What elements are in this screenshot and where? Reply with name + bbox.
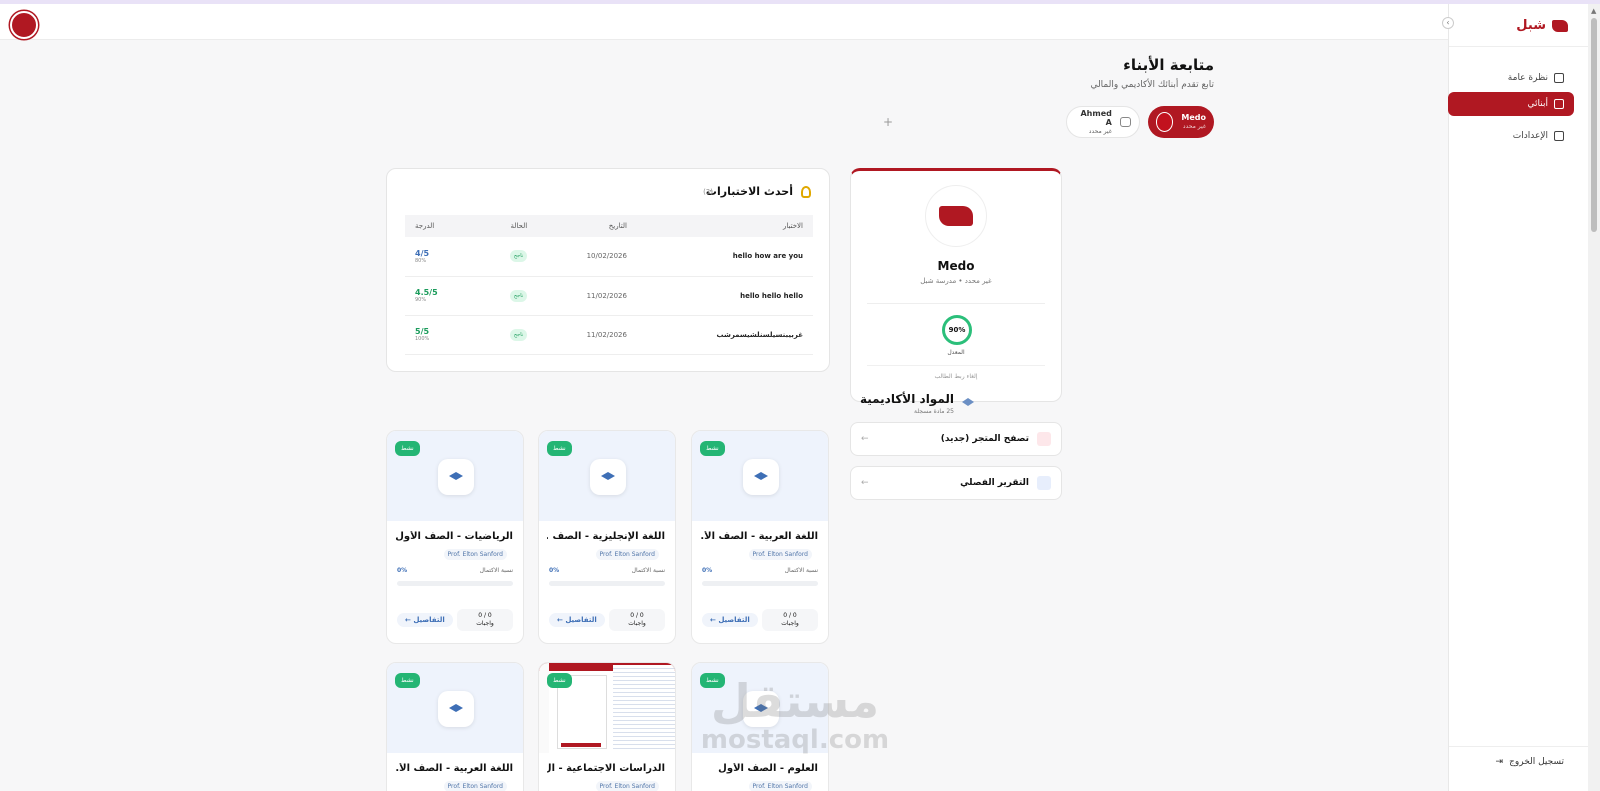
grid-icon bbox=[1554, 73, 1564, 83]
sidebar-item-overview[interactable]: نظرة عامة bbox=[1448, 66, 1574, 90]
table-row[interactable]: غربيبنسيلسنلشيسمرشب 11/02/2026 ناجح 5/5 1… bbox=[405, 315, 813, 355]
column-header: الدرجة bbox=[405, 215, 476, 237]
student-name: Medo bbox=[937, 259, 975, 273]
teacher-name: Prof. Elton Sanford bbox=[748, 781, 812, 791]
scrollbar[interactable]: ▲ bbox=[1588, 4, 1600, 791]
subjects-title: المواد الأكاديمية bbox=[859, 392, 954, 406]
details-button[interactable]: ← التفاصيل bbox=[702, 613, 758, 627]
top-header bbox=[0, 4, 1448, 40]
subjects-count: 25 مادة مسجلة bbox=[914, 408, 954, 415]
school-logo bbox=[925, 185, 987, 247]
document-icon bbox=[1037, 476, 1051, 490]
page-title: متابعة الأبناء bbox=[1123, 56, 1214, 74]
exams-title: أحدث الاختبارات bbox=[705, 185, 793, 198]
users-icon bbox=[1554, 99, 1564, 109]
teacher-name: Prof. Elton Sanford bbox=[443, 781, 507, 791]
homework-count: 0 / 0 واجبات bbox=[609, 609, 665, 631]
subject-card[interactable]: نشط اللغة العربية - الصف الأ... Prof. El… bbox=[691, 430, 829, 644]
child-chip-medo[interactable]: Medo غير محدد bbox=[1148, 106, 1214, 138]
subject-title: اللغة العربية - الصف الأ... bbox=[395, 763, 513, 774]
table-row[interactable]: hello how are you 10/02/2026 ناجح 4/5 80% bbox=[405, 237, 813, 277]
details-button[interactable]: ← التفاصيل bbox=[397, 613, 453, 627]
browse-store-button[interactable]: تصفح المتجر (جديد) ← bbox=[850, 422, 1062, 456]
scrollbar-thumb[interactable] bbox=[1591, 18, 1597, 232]
status-badge: ناجح bbox=[509, 328, 528, 341]
subject-title: الدراسات الاجتماعية - ال... bbox=[547, 763, 665, 774]
teacher-name: Prof. Elton Sanford bbox=[443, 549, 507, 560]
subject-title: اللغة العربية - الصف الأ... bbox=[700, 531, 818, 542]
subject-card[interactable]: نشط الرياضيات - الصف الأول Prof. Elton S… bbox=[386, 430, 524, 644]
average-ring: 90% bbox=[942, 315, 972, 345]
arrow-left-icon: ← bbox=[861, 434, 869, 444]
table-row[interactable]: hello hello hello 11/02/2026 ناجح 4.5/5 9… bbox=[405, 276, 813, 316]
teacher-name: Prof. Elton Sanford bbox=[748, 549, 812, 560]
scroll-up-icon[interactable]: ▲ bbox=[1591, 7, 1596, 15]
status-badge: ناجح bbox=[509, 289, 528, 302]
latest-exams-card: أحدث الاختبارات (3) الاختبار التاريخ الح… bbox=[386, 168, 830, 372]
status-badge: نشط bbox=[547, 673, 572, 688]
subject-title: اللغة الإنجليزية - الصف ... bbox=[547, 531, 665, 542]
progress-bar bbox=[397, 581, 513, 586]
graduation-cap-icon bbox=[438, 691, 474, 727]
teacher-name: Prof. Elton Sanford bbox=[595, 549, 659, 560]
add-child-button[interactable]: + bbox=[880, 114, 896, 130]
status-badge: نشط bbox=[395, 441, 420, 456]
page-subtitle: تابع تقدم أبنائك الأكاديمي والمالي bbox=[1090, 80, 1214, 90]
column-header: الاختبار bbox=[636, 215, 813, 237]
progress-bar bbox=[549, 581, 665, 586]
sidebar-collapse-icon[interactable]: ‹ bbox=[1442, 17, 1454, 29]
column-header: التاريخ bbox=[537, 215, 637, 237]
sidebar: شبل نظرة عامة أبنائي الإعدادات تسجيل الخ… bbox=[1448, 4, 1588, 791]
graduation-cap-icon bbox=[743, 459, 779, 495]
graduation-cap-icon bbox=[438, 459, 474, 495]
subject-card[interactable]: نشط اللغة العربية - الصف الأ... Prof. El… bbox=[386, 662, 524, 791]
graduation-cap-icon bbox=[590, 459, 626, 495]
semester-report-button[interactable]: التقرير الفصلي ← bbox=[850, 466, 1062, 500]
user-avatar[interactable] bbox=[10, 11, 38, 39]
unlink-student-button[interactable]: إلغاء ربط الطالب bbox=[851, 373, 1061, 380]
details-button[interactable]: ← التفاصيل bbox=[549, 613, 605, 627]
average-label: المعدل bbox=[947, 349, 965, 356]
watermark: مستقل mostaql.com bbox=[700, 674, 890, 755]
subject-card[interactable]: نشط الدراسات الاجتماعية - ال... Prof. El… bbox=[538, 662, 676, 791]
homework-count: 0 / 0 واجبات bbox=[762, 609, 818, 631]
app-logo[interactable]: شبل bbox=[1516, 18, 1568, 33]
award-icon bbox=[801, 186, 811, 198]
sidebar-item-settings[interactable]: الإعدادات bbox=[1448, 124, 1574, 148]
status-badge: نشط bbox=[547, 441, 572, 456]
progress-bar bbox=[702, 581, 818, 586]
logout-button[interactable]: تسجيل الخروج ⇥ bbox=[1496, 757, 1564, 767]
teacher-name: Prof. Elton Sanford bbox=[595, 781, 659, 791]
exams-count: (3) bbox=[703, 188, 713, 196]
logo-mark-icon bbox=[1552, 19, 1568, 32]
child-avatar bbox=[1156, 112, 1174, 132]
gear-icon bbox=[1554, 131, 1564, 141]
arrow-left-icon: ← bbox=[861, 478, 869, 488]
column-header: الحالة bbox=[475, 215, 538, 237]
child-chip-ahmed[interactable]: Ahmed A غير محدد bbox=[1066, 106, 1140, 138]
status-badge: ناجح bbox=[509, 250, 528, 263]
status-badge: نشط bbox=[700, 441, 725, 456]
logo-mark-icon bbox=[939, 206, 973, 226]
logout-icon: ⇥ bbox=[1495, 757, 1504, 767]
subject-card[interactable]: نشط اللغة الإنجليزية - الصف ... Prof. El… bbox=[538, 430, 676, 644]
student-meta: غير محدد • مدرسة شبل bbox=[920, 277, 992, 285]
student-profile-card: Medo غير محدد • مدرسة شبل 90% المعدل إلغ… bbox=[850, 168, 1062, 402]
users-icon bbox=[1119, 117, 1131, 127]
homework-count: 0 / 0 واجبات bbox=[457, 609, 513, 631]
exams-table: الاختبار التاريخ الحالة الدرجة hello how… bbox=[405, 215, 813, 355]
status-badge: نشط bbox=[395, 673, 420, 688]
store-icon bbox=[1037, 432, 1051, 446]
sidebar-item-my-children[interactable]: أبنائي bbox=[1448, 92, 1574, 116]
subject-title: الرياضيات - الصف الأول bbox=[395, 531, 513, 542]
